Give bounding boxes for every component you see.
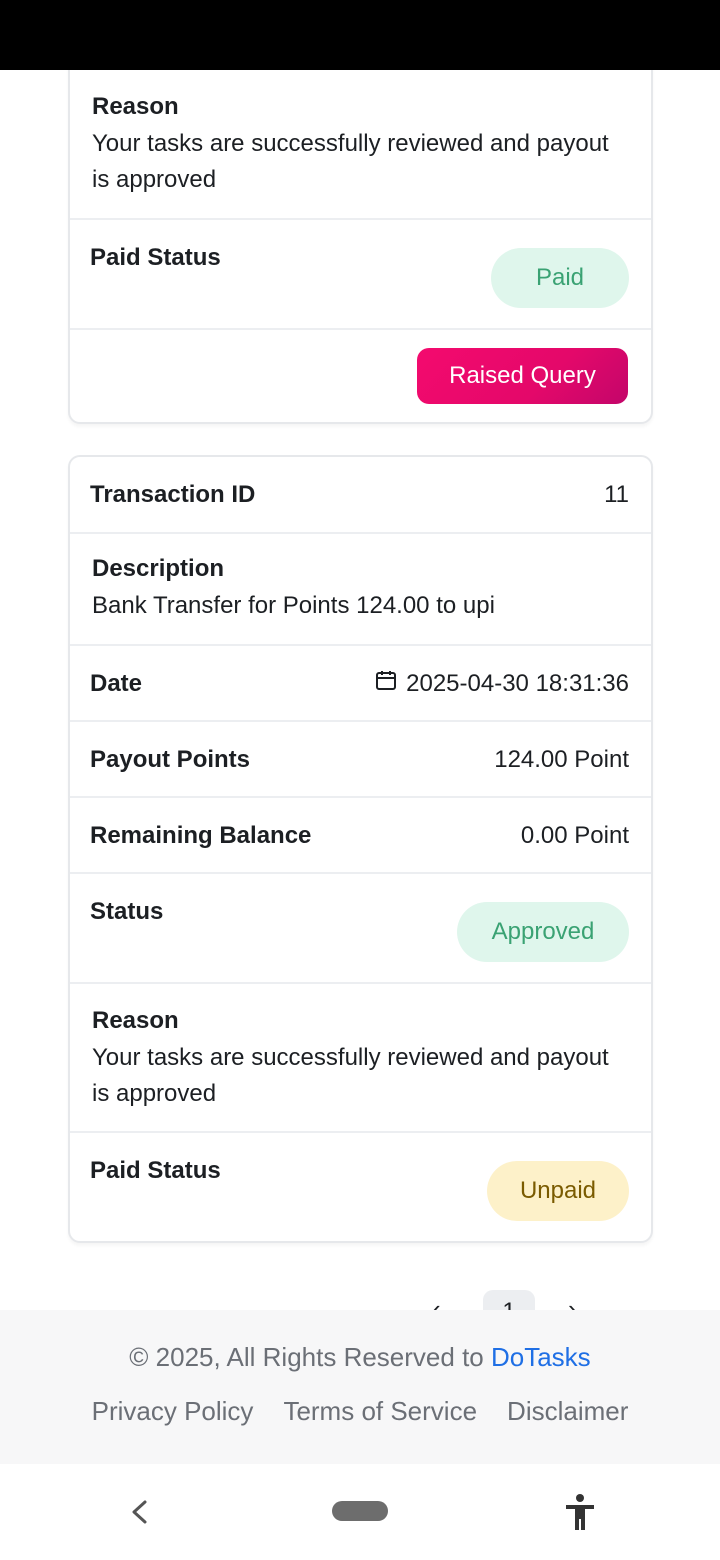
paid-status-label: Paid Status bbox=[90, 1157, 221, 1184]
description-row: Description Bank Transfer for Points 124… bbox=[70, 532, 651, 644]
footer: © 2025, All Rights Reserved to DoTasks P… bbox=[0, 1310, 720, 1464]
status-bar bbox=[0, 0, 720, 70]
reason-text: Your tasks are successfully reviewed and… bbox=[92, 1044, 609, 1107]
paid-status-row: Paid Status Unpaid bbox=[70, 1131, 651, 1241]
footer-links: Privacy Policy Terms of Service Disclaim… bbox=[0, 1396, 720, 1427]
transaction-card: Transaction ID 11 Description Bank Trans… bbox=[68, 455, 653, 1243]
payout-points-row: Payout Points 124.00 Point bbox=[70, 720, 651, 796]
paid-status-badge: Paid bbox=[491, 248, 629, 308]
privacy-policy-link[interactable]: Privacy Policy bbox=[92, 1396, 254, 1427]
status-row: Status Approved bbox=[70, 872, 651, 982]
copyright-prefix: © 2025, All Rights Reserved to bbox=[129, 1342, 491, 1372]
payout-points-label: Payout Points bbox=[90, 746, 251, 773]
reason-row: Reason Your tasks are successfully revie… bbox=[70, 70, 651, 218]
transaction-id-label: Transaction ID bbox=[90, 481, 256, 508]
system-nav-bar bbox=[0, 1464, 720, 1560]
unpaid-status-badge: Unpaid bbox=[487, 1161, 629, 1221]
payout-points-value: 124.00 Point bbox=[494, 746, 629, 773]
brand-link[interactable]: DoTasks bbox=[491, 1342, 591, 1372]
reason-row: Reason Your tasks are successfully revie… bbox=[70, 982, 651, 1131]
raised-query-button[interactable]: Raised Query bbox=[417, 348, 628, 404]
reason-label: Reason bbox=[92, 93, 179, 120]
transaction-id-row: Transaction ID 11 bbox=[70, 457, 651, 532]
chevron-left-icon[interactable] bbox=[124, 1494, 156, 1530]
terms-of-service-link[interactable]: Terms of Service bbox=[283, 1396, 477, 1427]
query-row: Raised Query bbox=[70, 328, 651, 422]
calendar-icon bbox=[374, 668, 398, 699]
transaction-card: Reason Your tasks are successfully revie… bbox=[68, 70, 653, 424]
prev-page-button[interactable]: ‹ bbox=[432, 1294, 441, 1310]
date-value-wrap: 2025-04-30 18:31:36 bbox=[374, 668, 629, 699]
status-badge: Approved bbox=[457, 902, 629, 962]
date-value: 2025-04-30 18:31:36 bbox=[406, 669, 629, 697]
next-page-button[interactable]: › bbox=[568, 1294, 577, 1310]
remaining-balance-label: Remaining Balance bbox=[90, 822, 312, 849]
reason-label: Reason bbox=[92, 1007, 179, 1034]
accessibility-icon[interactable] bbox=[562, 1492, 598, 1532]
reason-text: Your tasks are successfully reviewed and… bbox=[92, 130, 609, 193]
disclaimer-link[interactable]: Disclaimer bbox=[507, 1396, 628, 1427]
date-label: Date bbox=[90, 670, 143, 697]
current-page-button[interactable]: 1 bbox=[483, 1290, 535, 1310]
description-label: Description bbox=[92, 555, 225, 582]
remaining-balance-value: 0.00 Point bbox=[520, 822, 629, 849]
description-text: Bank Transfer for Points 124.00 to upi bbox=[92, 592, 495, 619]
pagination: ‹ 1 › bbox=[0, 1290, 720, 1310]
paid-status-row: Paid Status Paid bbox=[70, 218, 651, 328]
transactions-list[interactable]: Reason Your tasks are successfully revie… bbox=[0, 70, 720, 1310]
home-button[interactable] bbox=[332, 1501, 388, 1521]
remaining-balance-row: Remaining Balance 0.00 Point bbox=[70, 796, 651, 872]
paid-status-label: Paid Status bbox=[90, 244, 221, 271]
transaction-id-value: 11 bbox=[604, 481, 629, 508]
status-label: Status bbox=[90, 898, 164, 925]
copyright-text: © 2025, All Rights Reserved to DoTasks bbox=[0, 1342, 720, 1373]
date-row: Date 2025-04-30 18:31:36 bbox=[70, 644, 651, 720]
